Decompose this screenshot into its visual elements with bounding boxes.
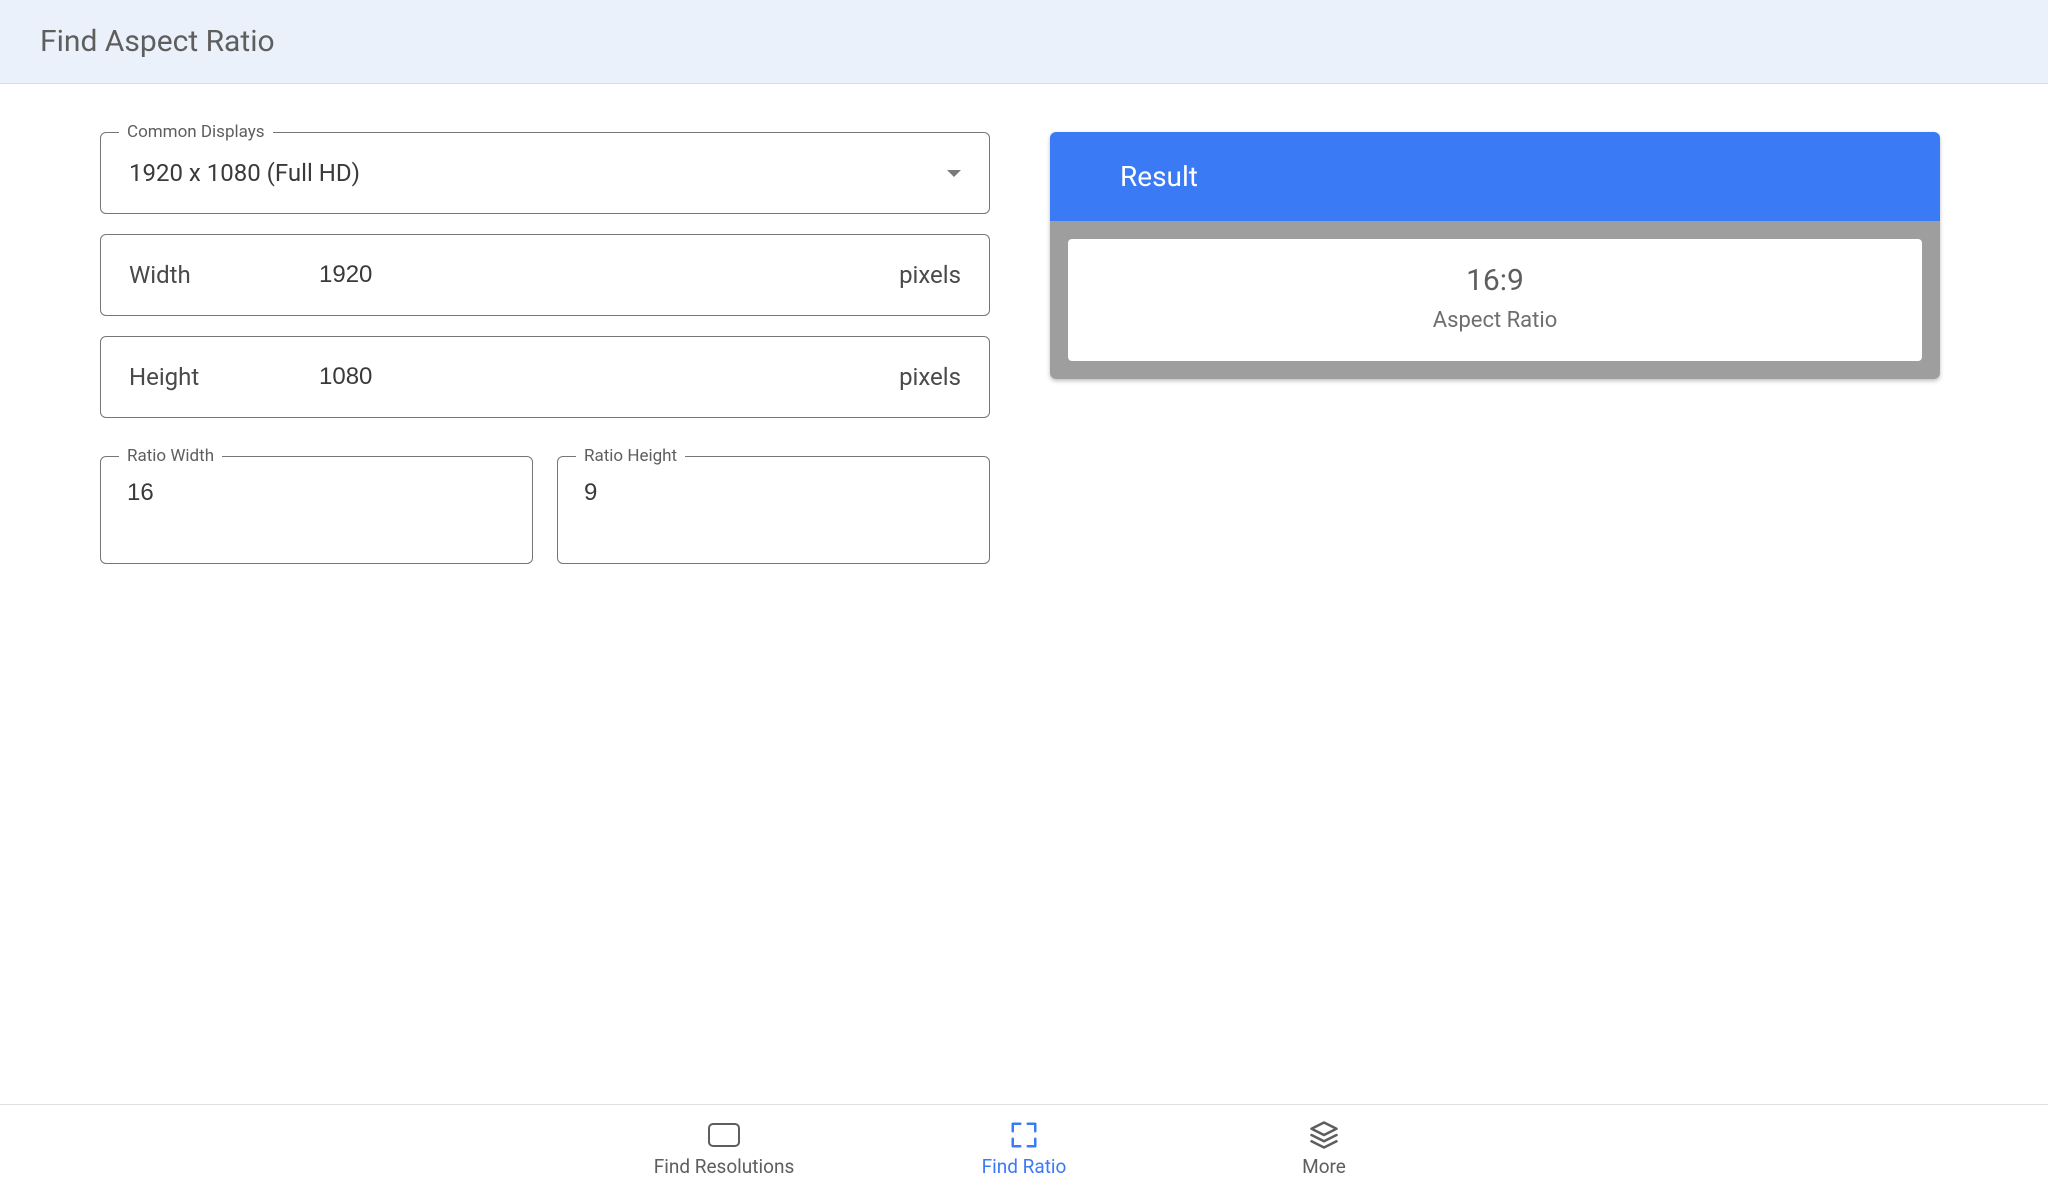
result-value: 16:9 bbox=[1068, 263, 1922, 298]
result-label: Aspect Ratio bbox=[1068, 308, 1922, 333]
layers-icon bbox=[1308, 1123, 1340, 1147]
common-displays-select[interactable]: Common Displays 1920 x 1080 (Full HD) bbox=[100, 132, 990, 214]
height-field[interactable]: Height pixels bbox=[100, 336, 990, 418]
ratio-row: Ratio Width Ratio Height bbox=[100, 456, 990, 564]
ratio-width-input[interactable] bbox=[127, 479, 506, 507]
result-card: Result 16:9 Aspect Ratio bbox=[1050, 132, 1940, 379]
common-displays-label: Common Displays bbox=[119, 122, 273, 142]
ratio-height-label: Ratio Height bbox=[576, 446, 685, 466]
rectangle-icon bbox=[708, 1123, 740, 1147]
chevron-down-icon bbox=[947, 170, 961, 177]
common-displays-value: 1920 x 1080 (Full HD) bbox=[129, 159, 947, 187]
result-header: Result bbox=[1050, 132, 1940, 221]
nav-more-label: More bbox=[1302, 1155, 1346, 1178]
width-field[interactable]: Width pixels bbox=[100, 234, 990, 316]
result-body: 16:9 Aspect Ratio bbox=[1050, 221, 1940, 379]
input-column: Common Displays 1920 x 1080 (Full HD) Wi… bbox=[100, 132, 990, 564]
height-unit: pixels bbox=[899, 363, 961, 391]
ratio-height-input[interactable] bbox=[584, 479, 963, 507]
page-title: Find Aspect Ratio bbox=[40, 24, 2008, 59]
ratio-width-label: Ratio Width bbox=[119, 446, 222, 466]
width-unit: pixels bbox=[899, 261, 961, 289]
main-content: Common Displays 1920 x 1080 (Full HD) Wi… bbox=[0, 84, 2048, 564]
nav-find-ratio-label: Find Ratio bbox=[982, 1155, 1067, 1178]
ratio-height-field[interactable]: Ratio Height bbox=[557, 456, 990, 564]
result-inner: 16:9 Aspect Ratio bbox=[1068, 239, 1922, 361]
expand-icon bbox=[1008, 1123, 1040, 1147]
result-column: Result 16:9 Aspect Ratio bbox=[1050, 132, 1940, 564]
nav-find-ratio[interactable]: Find Ratio bbox=[944, 1123, 1104, 1178]
nav-find-resolutions-label: Find Resolutions bbox=[654, 1155, 795, 1178]
nav-find-resolutions[interactable]: Find Resolutions bbox=[644, 1123, 804, 1178]
app-header: Find Aspect Ratio bbox=[0, 0, 2048, 84]
height-input[interactable] bbox=[319, 363, 899, 391]
nav-more[interactable]: More bbox=[1244, 1123, 1404, 1178]
height-label: Height bbox=[129, 363, 259, 391]
bottom-nav: Find Resolutions Find Ratio More bbox=[0, 1104, 2048, 1200]
width-input[interactable] bbox=[319, 261, 899, 289]
ratio-width-field[interactable]: Ratio Width bbox=[100, 456, 533, 564]
width-label: Width bbox=[129, 261, 259, 289]
